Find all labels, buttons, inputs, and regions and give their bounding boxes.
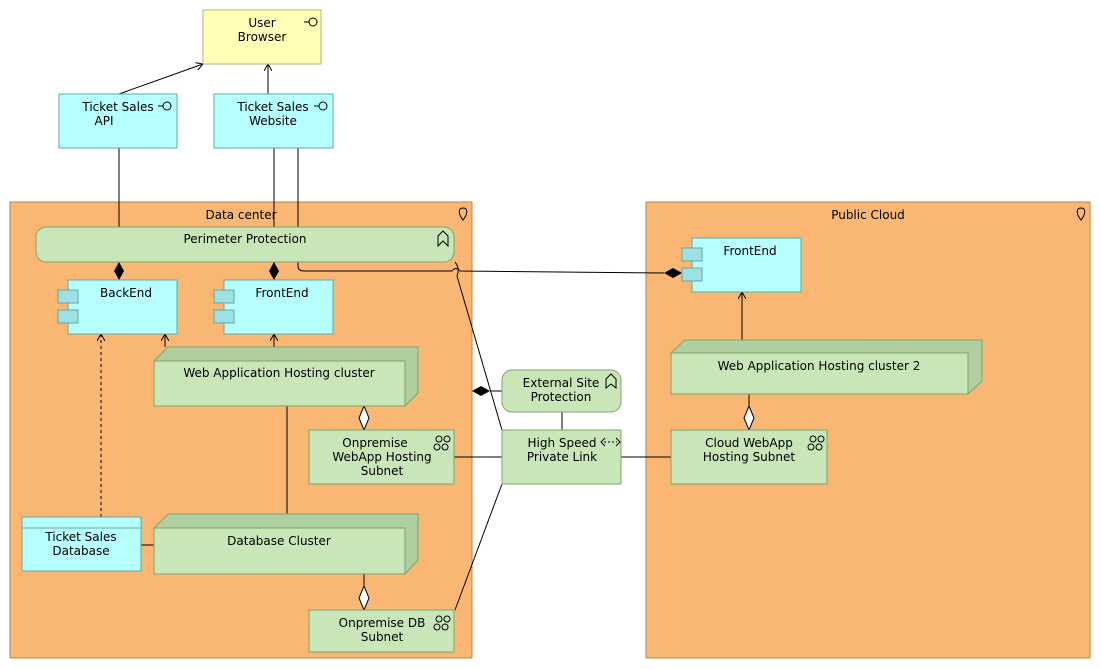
component-icon — [213, 309, 235, 324]
label: Perimeter Protection — [183, 232, 306, 246]
label: Website — [249, 114, 297, 128]
frontend-component[interactable]: FrontEnd — [213, 279, 334, 335]
label: Browser — [238, 30, 287, 44]
label: Onpremise DB — [339, 616, 426, 630]
label: Ticket Sales — [44, 530, 116, 544]
component-icon — [681, 247, 703, 262]
label: Subnet — [361, 630, 404, 644]
cloud-webapp-subnet-network[interactable]: Cloud WebApp Hosting Subnet — [670, 429, 828, 485]
label: User — [248, 16, 275, 30]
cloud-frontend-component[interactable]: FrontEnd — [681, 237, 802, 293]
onpremise-webapp-subnet-network[interactable]: Onpremise WebApp Hosting Subnet — [308, 429, 455, 485]
web-app-hosting-cluster-2-node[interactable]: Web Application Hosting cluster 2 — [669, 339, 983, 396]
label: BackEnd — [100, 286, 152, 300]
public-cloud-label: Public Cloud — [831, 208, 905, 222]
label: Ticket Sales — [236, 100, 308, 114]
svg-text:High SpeedPrivate Link: High Speed Private Link — [527, 436, 597, 464]
component-icon — [57, 309, 79, 324]
label: Protection — [531, 390, 592, 404]
label: External Site — [523, 376, 600, 390]
svg-text:External SiteProtection: External Site Protection — [523, 376, 600, 404]
label: WebApp Hosting — [332, 450, 431, 464]
data-center-label: Data center — [205, 208, 276, 222]
backend-component[interactable]: BackEnd — [57, 279, 178, 335]
label: Web Application Hosting cluster — [183, 366, 374, 380]
ticket-sales-database-artifact[interactable]: Ticket Sales Database — [21, 516, 142, 572]
label: Cloud WebApp — [705, 436, 793, 450]
archimate-diagram: Data center Public Cloud User Browser Ti… — [9, 9, 1091, 659]
composition-diamond — [472, 386, 490, 396]
serving-api-browser[interactable] — [118, 64, 203, 95]
svg-text:Cloud WebAppHosting Subnet: Cloud WebApp Hosting Subnet — [703, 436, 796, 464]
web-app-hosting-cluster-node[interactable]: Web Application Hosting cluster — [152, 346, 419, 408]
user-browser-interface[interactable]: User Browser — [202, 9, 322, 65]
label: Hosting Subnet — [703, 450, 796, 464]
label: Private Link — [527, 450, 597, 464]
component-icon — [213, 289, 235, 304]
ticket-sales-website-interface[interactable]: Ticket Sales Website — [213, 93, 334, 149]
label: Web Application Hosting cluster 2 — [718, 359, 921, 373]
external-site-protection-function[interactable]: External Site Protection — [501, 369, 622, 413]
label: Onpremise — [342, 436, 407, 450]
high-speed-private-link-path[interactable]: High Speed Private Link — [501, 429, 622, 485]
svg-text:Ticket SalesDatabase: Ticket Sales Database — [44, 530, 116, 558]
label: Database Cluster — [227, 534, 331, 548]
label: Database — [52, 544, 109, 558]
label: Ticket Sales — [81, 100, 153, 114]
label: High Speed — [527, 436, 596, 450]
label: API — [95, 114, 114, 128]
onpremise-db-subnet-network[interactable]: Onpremise DB Subnet — [308, 609, 455, 653]
label: FrontEnd — [723, 244, 776, 258]
label: Subnet — [361, 464, 404, 478]
component-icon — [57, 289, 79, 304]
ticket-sales-api-interface[interactable]: Ticket Sales API — [58, 93, 178, 149]
component-icon — [681, 267, 703, 282]
perimeter-protection-function[interactable]: Perimeter Protection — [35, 226, 455, 263]
label: FrontEnd — [255, 286, 308, 300]
database-cluster-node[interactable]: Database Cluster — [152, 513, 419, 576]
